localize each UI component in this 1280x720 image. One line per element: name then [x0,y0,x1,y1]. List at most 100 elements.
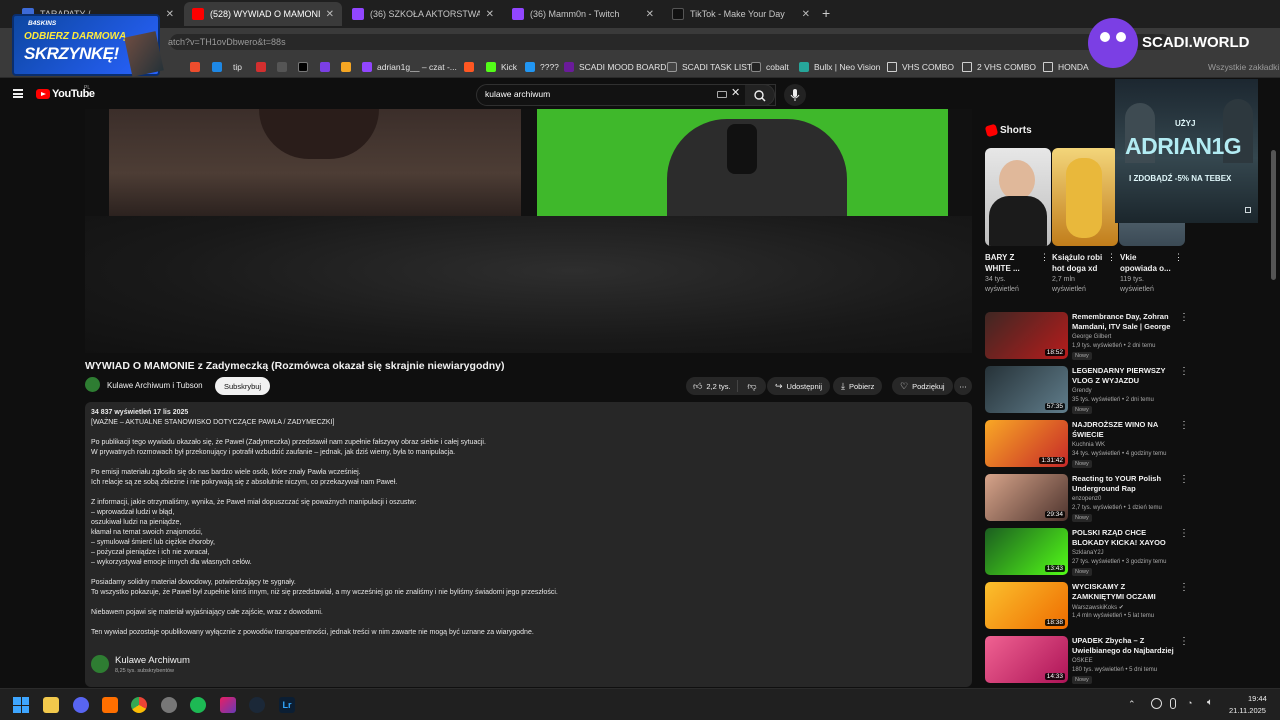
video-title: WYWIAD O MAMONIE z Zadymeczką (Rozmówca … [85,360,505,372]
bookmark-item[interactable] [256,60,271,74]
short-menu-icon[interactable]: ⋮ [1174,252,1183,263]
bookmark-item[interactable]: cobalt [751,60,789,74]
video-menu-icon[interactable]: ⋮ [1179,312,1189,323]
video-description[interactable]: 34 837 wyświetleń 17 lis 2025 [WAŻNE – A… [85,402,972,687]
close-icon[interactable]: ✕ [486,9,494,20]
twitch-icon [362,62,372,72]
discord-icon[interactable] [73,697,89,713]
bookmark-folder[interactable]: 2 VHS COMBO [962,60,1036,74]
short-thumbnail[interactable] [985,148,1051,246]
recommended-video[interactable]: 29:34 Reacting to YOUR Polish Undergroun… [985,474,1189,526]
recommended-video[interactable]: 57:35 LEGENDARNY PIERWSZY VLOG Z WYJAZDU… [985,366,1189,418]
bookmark-item[interactable] [298,60,313,74]
bookmark-item[interactable]: SCADI MOOD BOARD [564,60,666,74]
video-menu-icon[interactable]: ⋮ [1179,366,1189,377]
more-actions-button[interactable]: ⋯ [954,377,972,395]
bookmark-item[interactable] [190,60,205,74]
recommended-video[interactable]: 14:33 UPADEK Zbycha – Z Uwielbianego do … [985,636,1189,688]
chrome-icon[interactable] [131,697,147,713]
description-channel-name[interactable]: Kulawe Archiwum [115,655,190,666]
app-icon[interactable] [220,697,236,713]
description-line: Niebawem pojawi się materiał wyjaśniając… [91,609,323,616]
keyboard-icon[interactable] [717,91,727,98]
bookmark-item[interactable] [464,60,479,74]
bookmark-folder[interactable]: VHS COMBO [887,60,954,74]
description-line: kłamał na temat swoich znajomości, [91,529,203,536]
tray-chevron-icon[interactable]: ⌃ [1128,699,1136,710]
search-input[interactable]: kulawe archiwum [485,89,550,99]
download-button[interactable]: ⤓ Pobierz [833,377,883,395]
browser-tab-active[interactable]: (528) WYWIAD O MAMONIE z ✕ [184,2,342,26]
folder-icon [887,62,897,72]
recommended-video[interactable]: 18:38 WYCISKAMY Z ZAMKNIĘTYMI OCZAMI *Bł… [985,582,1189,634]
windows-start-icon[interactable] [13,697,29,713]
video-menu-icon[interactable]: ⋮ [1179,582,1189,593]
bookmark-item[interactable]: tip [233,60,242,74]
browser-tab-5[interactable]: TikTok - Make Your Day ✕ [664,2,818,26]
short-title[interactable]: Vkie opowiada o... [1120,252,1172,274]
channel-name[interactable]: Kulawe Archiwum i Tubson [107,381,203,390]
close-icon[interactable]: ✕ [802,9,810,20]
video-menu-icon[interactable]: ⋮ [1179,528,1189,539]
clear-search-icon[interactable]: ✕ [731,86,740,99]
new-tab-button[interactable]: + [822,5,830,21]
volume-icon[interactable]: 🔈︎ [1207,697,1213,708]
notion-icon [667,62,677,72]
spotify-icon[interactable] [190,697,206,713]
recommended-video[interactable]: 13:43 POLSKI RZĄD CHCE BLOKADY KICKA! XA… [985,528,1189,580]
video-thumbnail: 1:31:42 [985,420,1068,467]
close-icon[interactable]: ✕ [646,9,654,20]
browser-tab-3[interactable]: (36) SZKOŁA AKTORSTWA - Twi ✕ [344,2,502,26]
search-button[interactable] [745,84,775,106]
close-icon[interactable]: ✕ [326,9,334,20]
clock-date[interactable]: 21.11.2025 [1229,706,1266,715]
lightroom-icon[interactable]: Lr [279,697,295,713]
channel-avatar[interactable] [85,377,100,392]
steam-icon[interactable] [249,697,265,713]
video-player[interactable] [85,109,972,353]
video-menu-icon[interactable]: ⋮ [1179,420,1189,431]
bookmark-item[interactable]: Kick [486,60,517,74]
video-left-camera [109,109,521,216]
bookmark-item[interactable]: Bullx | Neo Vision [799,60,880,74]
recommended-video[interactable]: 18:52 Remembrance Day, Zohran Mamdani, I… [985,312,1189,364]
close-icon[interactable]: ✕ [166,9,174,20]
short-menu-icon[interactable]: ⋮ [1107,252,1116,263]
bookmark-item[interactable]: ???? [525,60,559,74]
page-scrollbar[interactable] [1271,150,1276,280]
bookmark-item[interactable]: adrian1g__ – czat -... [362,60,457,74]
tray-app-icon[interactable] [1151,698,1162,709]
microphone-tray-icon[interactable] [1170,698,1176,709]
clock-time[interactable]: 19:44 [1248,694,1267,703]
app-icon[interactable] [102,697,118,713]
video-menu-icon[interactable]: ⋮ [1179,474,1189,485]
thumbs-up-icon: 👍︎ [693,380,703,391]
video-menu-icon[interactable]: ⋮ [1179,636,1189,647]
voice-search-button[interactable] [784,84,806,106]
obs-icon[interactable] [161,697,177,713]
wifi-icon[interactable]: ◔ [1187,698,1192,708]
short-menu-icon[interactable]: ⋮ [1040,252,1049,263]
menu-icon[interactable] [13,89,23,98]
like-dislike-group: 👍︎ 2,2 tys. 👎︎ [686,377,766,395]
folder-icon [1043,62,1053,72]
file-explorer-icon[interactable] [43,697,59,713]
description-line [91,488,558,498]
description-channel-avatar[interactable] [91,655,109,673]
bookmark-item[interactable] [212,60,227,74]
subscribe-button[interactable]: Subskrybuj [215,377,271,395]
recommended-video[interactable]: 1:31:42 NAJDROŻSZE WINO NA ŚWIECIE Kuchn… [985,420,1189,472]
dislike-button[interactable]: 👎︎ [738,381,766,392]
bookmark-item[interactable]: SCADI TASK LIST [667,60,752,74]
like-button[interactable]: 👍︎ 2,2 tys. [686,380,738,392]
short-title[interactable]: Książulo robi hot doga xd [1052,252,1104,274]
share-button[interactable]: ↪ Udostępnij [767,377,830,395]
short-title[interactable]: BARY Z WHITE ... [985,252,1037,274]
short-thumbnail[interactable] [1052,148,1118,246]
bookmark-item[interactable] [320,60,335,74]
thanks-button[interactable]: ♡ Podziękuj [892,377,953,395]
bookmark-item[interactable] [277,60,292,74]
browser-tab-4[interactable]: (36) Mamm0n - Twitch ✕ [504,2,662,26]
bookmark-item[interactable] [341,60,356,74]
url-field[interactable]: atch?v=TH1ovDbwero&t=88s [168,37,286,47]
